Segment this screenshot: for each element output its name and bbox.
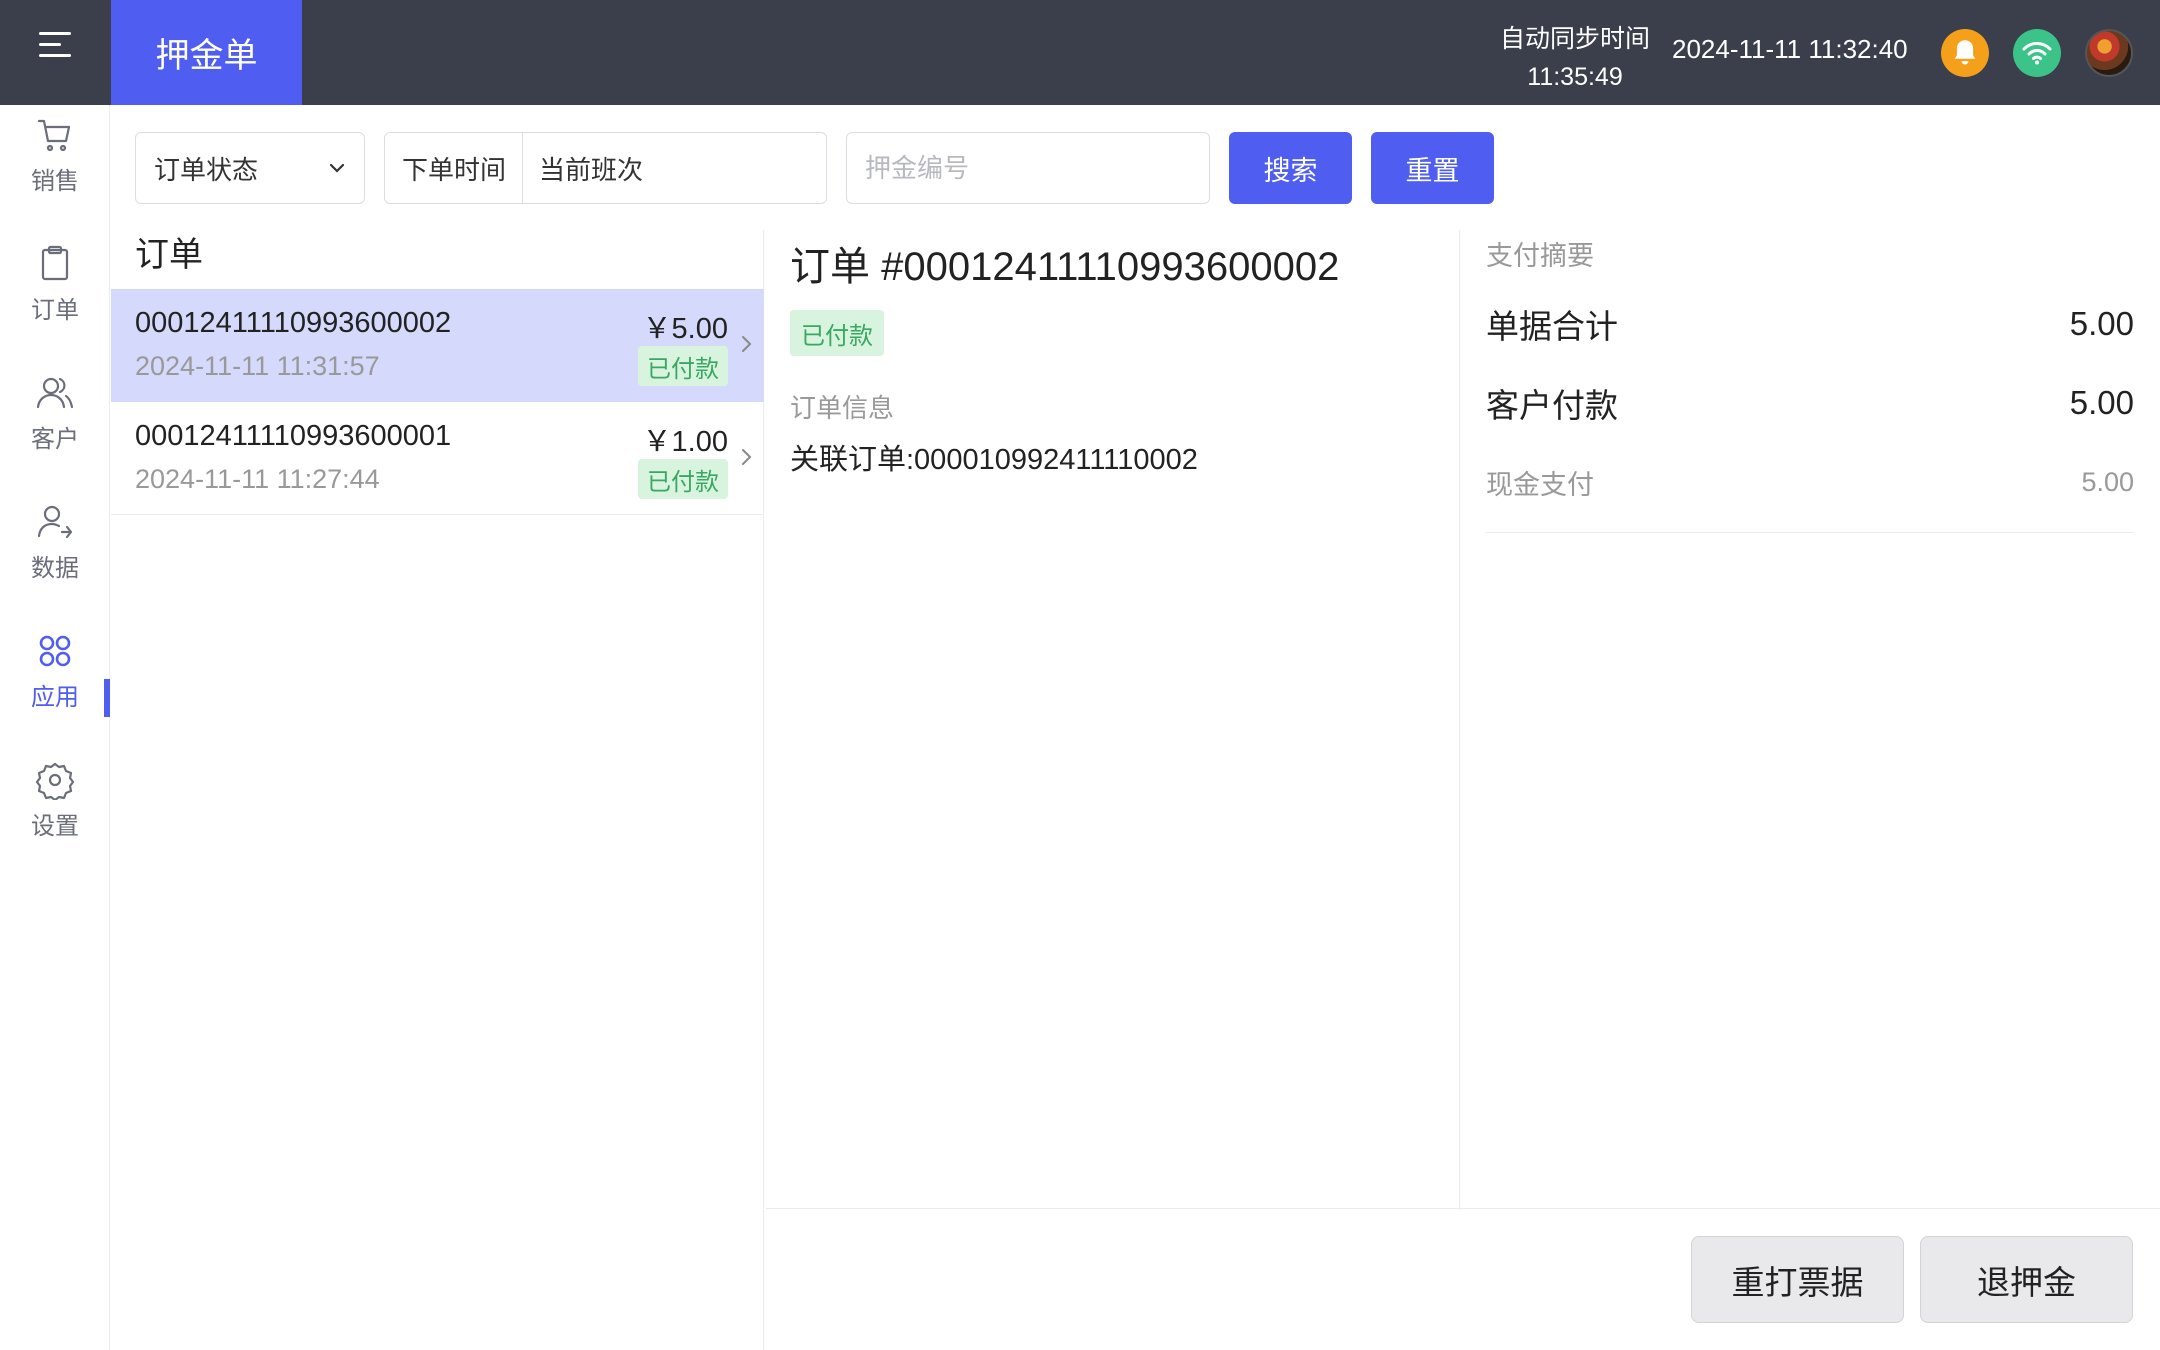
- deposit-number-input[interactable]: [846, 132, 1210, 204]
- reset-button[interactable]: 重置: [1371, 132, 1494, 204]
- wifi-icon: [2022, 42, 2052, 65]
- sidebar-item-data[interactable]: 数据: [0, 492, 110, 592]
- sidebar-item-sales[interactable]: 销售: [0, 105, 110, 205]
- order-detail-title: 订单 #00012411110993600002: [790, 245, 1340, 289]
- sidebar-item-customers[interactable]: 客户: [0, 363, 110, 463]
- summary-divider: [1486, 532, 2134, 533]
- order-id: 00012411110993600002: [135, 307, 452, 339]
- top-bar: 押金单 自动同步时间 11:35:49 2024-11-11 11:32:40: [0, 0, 2160, 105]
- chevron-right-icon: [742, 449, 752, 465]
- user-avatar[interactable]: [2085, 29, 2133, 77]
- order-time: 2024-11-11 11:27:44: [135, 464, 380, 494]
- active-nav-indicator: [104, 679, 110, 717]
- wifi-status-button[interactable]: [2013, 29, 2061, 77]
- status-badge: 已付款: [638, 459, 728, 499]
- linked-order: 关联订单:000010992411110002: [790, 444, 1198, 476]
- sidebar-item-orders[interactable]: 订单: [0, 234, 110, 334]
- sync-info: 自动同步时间 11:35:49: [1490, 20, 1660, 96]
- search-button[interactable]: 搜索: [1229, 132, 1352, 204]
- summary-total-row: 单据合计 5.00: [1486, 300, 2134, 348]
- sidebar-item-label: 数据: [31, 554, 79, 582]
- order-list-item[interactable]: 00012411110993600002 2024-11-11 11:31:57…: [111, 289, 764, 402]
- summary-total-label: 单据合计: [1486, 308, 1618, 345]
- summary-total-value: 5.00: [2069, 305, 2134, 342]
- order-status-select[interactable]: 订单状态: [135, 132, 365, 204]
- order-list-item[interactable]: 00012411110993600001 2024-11-11 11:27:44…: [111, 402, 764, 515]
- status-badge: 已付款: [790, 310, 884, 356]
- order-amount: ￥5.00: [642, 313, 728, 345]
- sidebar-item-label: 销售: [31, 167, 79, 195]
- menu-button[interactable]: [0, 0, 110, 90]
- refund-deposit-button[interactable]: 退押金: [1920, 1236, 2133, 1323]
- page-title-tab[interactable]: 押金单: [111, 0, 302, 105]
- sidebar: 销售 订单 客户 数据 应用 设置: [0, 105, 110, 1350]
- action-bar-divider: [766, 1208, 2160, 1209]
- summary-cash-value: 5.00: [2081, 467, 2134, 497]
- order-info-label: 订单信息: [790, 393, 895, 423]
- payment-summary-heading: 支付摘要: [1486, 241, 1594, 271]
- sidebar-item-label: 设置: [31, 812, 79, 840]
- summary-cash-row: 现金支付 5.00: [1486, 463, 2134, 502]
- sidebar-item-label: 客户: [31, 425, 79, 453]
- order-id: 00012411110993600001: [135, 420, 452, 452]
- gear-icon: [35, 762, 75, 800]
- apps-icon: [39, 635, 71, 666]
- status-badge: 已付款: [638, 346, 728, 386]
- order-time-label: 下单时间: [385, 133, 524, 203]
- notification-button[interactable]: [1941, 29, 1989, 77]
- order-amount: ￥1.00: [642, 426, 728, 458]
- sidebar-item-apps[interactable]: 应用: [0, 621, 110, 721]
- clipboard-icon: [41, 245, 69, 280]
- order-list-panel: 订单 00012411110993600002 2024-11-11 11:31…: [111, 230, 764, 1350]
- chevron-down-icon: [329, 163, 345, 173]
- current-datetime: 2024-11-11 11:32:40: [1672, 34, 1908, 64]
- sync-time: 11:35:49: [1527, 63, 1623, 91]
- sidebar-item-label: 应用: [31, 683, 79, 711]
- summary-paid-value: 5.00: [2069, 384, 2134, 421]
- order-time: 2024-11-11 11:31:57: [135, 351, 380, 381]
- order-list-title: 订单: [135, 236, 203, 274]
- order-status-select-value: 订单状态: [154, 154, 259, 185]
- reprint-receipt-button[interactable]: 重打票据: [1691, 1236, 1904, 1323]
- summary-paid-row: 客户付款 5.00: [1486, 379, 2134, 427]
- cart-icon: [37, 119, 71, 151]
- summary-paid-label: 客户付款: [1486, 387, 1618, 424]
- sync-label: 自动同步时间: [1499, 25, 1650, 53]
- hamburger-icon: [39, 32, 71, 58]
- order-detail-panel: 订单 #00012411110993600002 已付款 订单信息 关联订单:0…: [766, 230, 1460, 1210]
- user-arrow-icon: [37, 505, 73, 538]
- sidebar-item-label: 订单: [31, 296, 79, 324]
- users-icon: [36, 377, 74, 408]
- order-time-filter[interactable]: 下单时间 当前班次: [384, 132, 827, 204]
- chevron-right-icon: [742, 336, 752, 352]
- summary-cash-label: 现金支付: [1486, 470, 1594, 500]
- bell-icon: [1954, 40, 1976, 65]
- sidebar-item-settings[interactable]: 设置: [0, 750, 110, 850]
- order-time-value: 当前班次: [539, 154, 644, 185]
